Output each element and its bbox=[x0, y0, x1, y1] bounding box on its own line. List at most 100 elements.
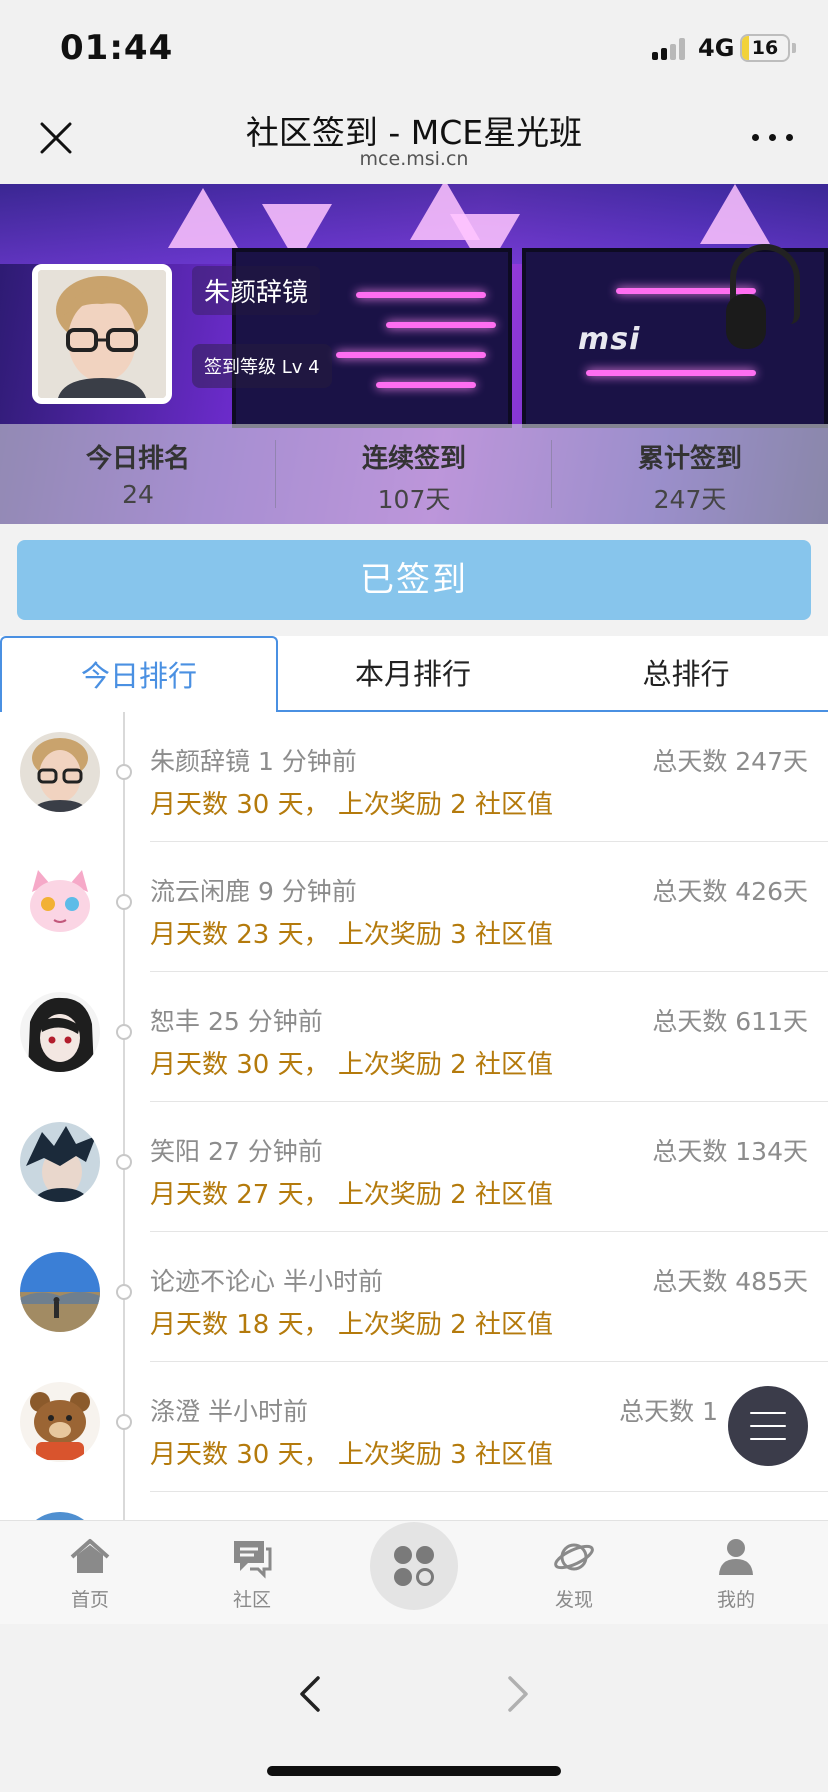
row-name: 流云闲鹿 9 分钟前 bbox=[150, 877, 357, 906]
apps-icon bbox=[394, 1568, 412, 1586]
checkin-stats: 今日排名 24 连续签到 107天 累计签到 247天 bbox=[0, 424, 828, 524]
battery-cap bbox=[792, 43, 796, 53]
tabbar-item-discover[interactable]: 发现 bbox=[524, 1521, 624, 1625]
avatar bbox=[20, 1122, 100, 1202]
tabbar-item-home[interactable]: 首页 bbox=[40, 1521, 140, 1625]
ranking-tabs: 今日排行 本月排行 总排行 bbox=[0, 636, 828, 714]
home-icon bbox=[70, 1539, 110, 1573]
row-detail: 月天数 23 天， 上次奖励 3 社区值 bbox=[150, 920, 553, 950]
list-item[interactable]: 笑阳 27 分钟前 总天数 134天 月天数 27 天， 上次奖励 2 社区值 bbox=[0, 1102, 828, 1232]
row-total: 总天数 485天 bbox=[652, 1267, 808, 1296]
page-url: mce.msi.cn bbox=[359, 148, 469, 170]
avatar-image bbox=[20, 1382, 100, 1462]
menu-icon bbox=[750, 1412, 786, 1414]
avatar bbox=[20, 1382, 100, 1462]
stat-value: 24 bbox=[122, 480, 154, 509]
avatar-image bbox=[20, 1252, 100, 1332]
avatar-image bbox=[20, 1122, 100, 1202]
center-apps-button[interactable] bbox=[370, 1522, 458, 1610]
avatar bbox=[20, 992, 100, 1072]
checkin-button[interactable]: 已签到 bbox=[17, 540, 811, 620]
timeline-dot bbox=[116, 1414, 132, 1430]
back-arrow-icon[interactable] bbox=[296, 1674, 324, 1714]
user-icon bbox=[719, 1539, 753, 1575]
close-icon bbox=[40, 122, 72, 154]
close-button[interactable] bbox=[36, 118, 76, 158]
timeline-dot bbox=[116, 1284, 132, 1300]
forward-arrow-icon[interactable] bbox=[504, 1674, 532, 1714]
tabbar-item-community[interactable]: 社区 bbox=[202, 1521, 302, 1625]
signal-icon bbox=[652, 38, 688, 60]
apps-icon bbox=[416, 1568, 434, 1586]
network-type: 4G bbox=[698, 34, 735, 62]
row-name: 朱颜辞镜 1 分钟前 bbox=[150, 747, 357, 776]
list-item[interactable]: 朱颜辞镜 1 分钟前 总天数 247天 月天数 30 天， 上次奖励 2 社区值 bbox=[0, 712, 828, 842]
more-dot bbox=[752, 134, 759, 141]
tabbar-label: 我的 bbox=[716, 1589, 755, 1611]
avatar-image bbox=[20, 992, 100, 1072]
timeline-dot bbox=[116, 894, 132, 910]
avatar bbox=[20, 1252, 100, 1332]
headphone-cup bbox=[726, 294, 766, 349]
list-item[interactable]: 流云闲鹿 9 分钟前 总天数 426天 月天数 23 天， 上次奖励 3 社区值 bbox=[0, 842, 828, 972]
menu-icon bbox=[750, 1425, 786, 1427]
tab-today[interactable]: 今日排行 bbox=[0, 636, 278, 714]
page-title: 社区签到 - MCE星光班 bbox=[245, 113, 583, 152]
more-button[interactable] bbox=[748, 122, 798, 152]
planet-icon bbox=[554, 1543, 594, 1571]
avatar bbox=[20, 732, 100, 812]
avatar-image bbox=[20, 862, 100, 942]
chat-icon bbox=[234, 1541, 272, 1579]
profile-name: 朱颜辞镜 bbox=[192, 266, 321, 315]
tabbar-item-me[interactable]: 我的 bbox=[686, 1521, 786, 1625]
row-name: 笑阳 27 分钟前 bbox=[150, 1137, 323, 1166]
floating-menu-button[interactable] bbox=[728, 1386, 808, 1466]
tab-month[interactable]: 本月排行 bbox=[278, 636, 548, 712]
list-item[interactable]: 涤澄 半小时前 总天数 1 月天数 30 天， 上次奖励 3 社区值 bbox=[0, 1362, 828, 1492]
profile-avatar[interactable] bbox=[32, 264, 172, 404]
stat-value: 247天 bbox=[653, 485, 727, 514]
row-total: 总天数 611天 bbox=[652, 1007, 808, 1036]
tab-total[interactable]: 总排行 bbox=[548, 636, 824, 712]
stat-label: 连续签到 bbox=[361, 444, 466, 474]
tabbar-label: 发现 bbox=[554, 1589, 593, 1611]
avatar-image bbox=[38, 270, 166, 398]
nav-bar: 社区签到 - MCE星光班 mce.msi.cn bbox=[0, 92, 828, 184]
list-item[interactable] bbox=[0, 1492, 828, 1520]
row-name: 论迹不论心 半小时前 bbox=[150, 1267, 383, 1296]
avatar bbox=[20, 1512, 100, 1520]
stat-total: 累计签到 247天 bbox=[552, 424, 828, 524]
row-detail: 月天数 30 天， 上次奖励 2 社区值 bbox=[150, 1050, 553, 1080]
more-dot bbox=[786, 134, 793, 141]
tabbar-label: 首页 bbox=[70, 1589, 109, 1611]
row-name: 涤澄 半小时前 bbox=[150, 1397, 308, 1426]
profile-level: 签到等级 Lv 4 bbox=[192, 344, 332, 388]
row-total: 总天数 134天 bbox=[652, 1137, 808, 1166]
ranking-list: 朱颜辞镜 1 分钟前 总天数 247天 月天数 30 天， 上次奖励 2 社区值… bbox=[0, 712, 828, 1520]
stat-today-rank: 今日排名 24 bbox=[0, 424, 276, 524]
status-time: 01:44 bbox=[60, 28, 174, 68]
row-total: 总天数 426天 bbox=[652, 877, 808, 906]
timeline-dot bbox=[116, 1154, 132, 1170]
list-item[interactable]: 论迹不论心 半小时前 总天数 485天 月天数 18 天， 上次奖励 2 社区值 bbox=[0, 1232, 828, 1362]
battery-level: 16 bbox=[751, 37, 779, 59]
stat-label: 累计签到 bbox=[637, 444, 742, 474]
stat-streak: 连续签到 107天 bbox=[276, 424, 552, 524]
avatar bbox=[20, 862, 100, 942]
apps-icon bbox=[394, 1546, 412, 1564]
row-detail: 月天数 30 天， 上次奖励 2 社区值 bbox=[150, 790, 553, 820]
more-dot bbox=[769, 134, 776, 141]
row-name: 恕丰 25 分钟前 bbox=[150, 1007, 323, 1036]
list-item[interactable]: 恕丰 25 分钟前 总天数 611天 月天数 30 天， 上次奖励 2 社区值 bbox=[0, 972, 828, 1102]
menu-icon bbox=[750, 1438, 786, 1440]
timeline-dot bbox=[116, 1024, 132, 1040]
home-indicator bbox=[267, 1766, 561, 1776]
row-detail: 月天数 30 天， 上次奖励 3 社区值 bbox=[150, 1440, 553, 1470]
battery-icon: 16 bbox=[740, 34, 790, 62]
row-total: 总天数 1 bbox=[619, 1397, 718, 1426]
avatar-image bbox=[20, 732, 100, 812]
msi-logo: msi bbox=[578, 322, 641, 357]
row-detail: 月天数 27 天， 上次奖励 2 社区值 bbox=[150, 1180, 553, 1210]
timeline-dot bbox=[116, 764, 132, 780]
stat-value: 107天 bbox=[377, 485, 451, 514]
